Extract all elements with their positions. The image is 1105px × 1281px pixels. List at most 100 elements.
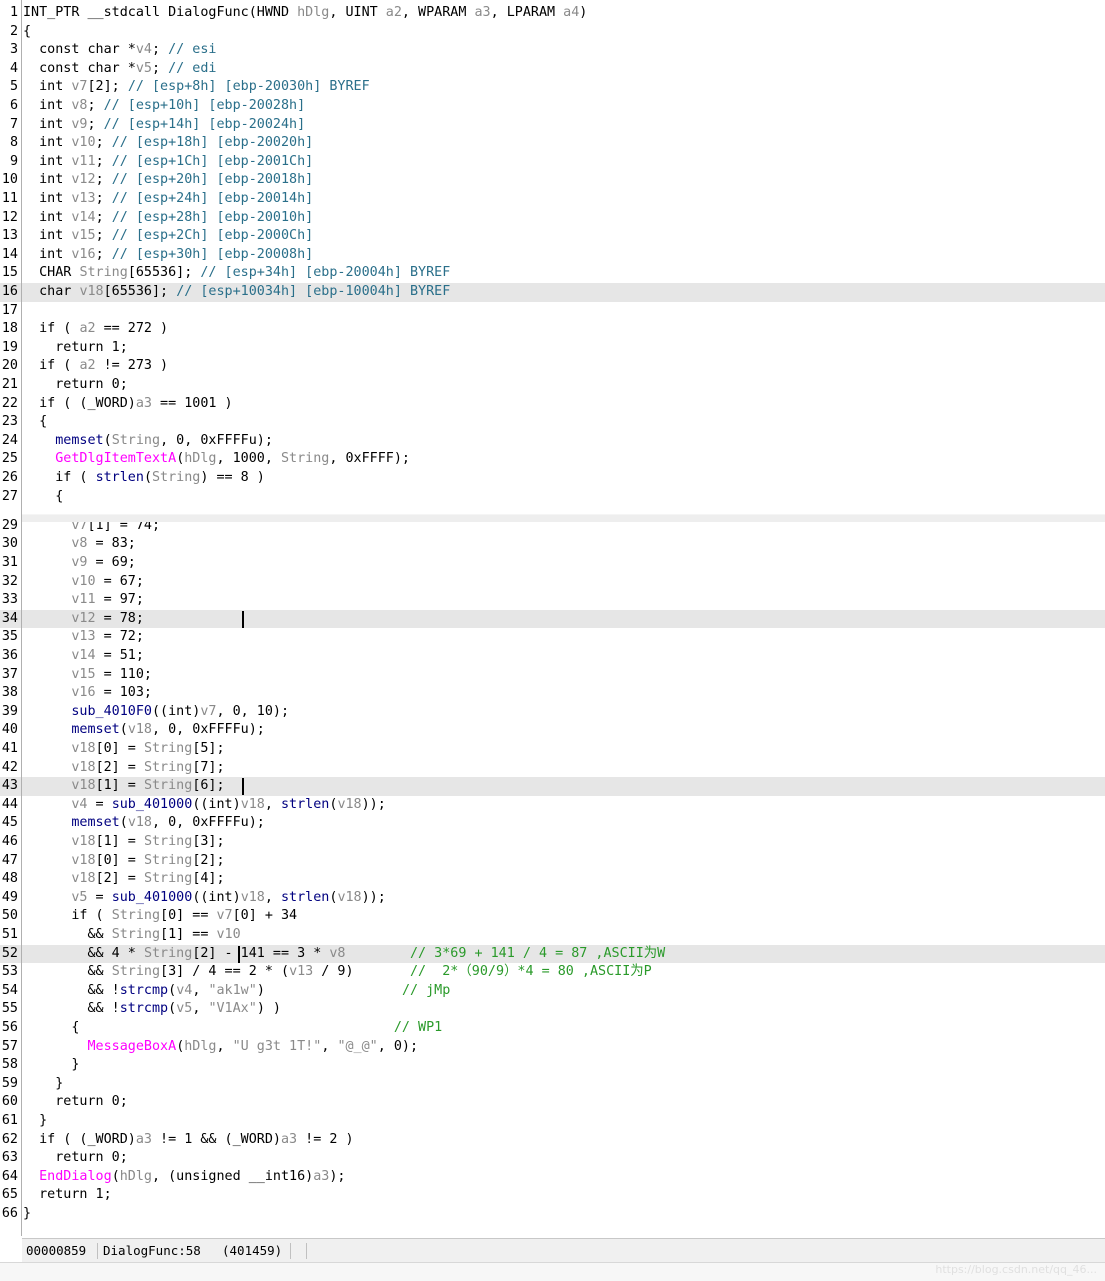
code-line[interactable]: 56 { // WP1 bbox=[0, 1019, 1105, 1038]
line-number: 62 bbox=[1, 1131, 18, 1147]
code-line[interactable]: 24 memset(String, 0, 0xFFFFu); bbox=[0, 432, 1105, 451]
code-line[interactable]: 8 int v10; // [esp+18h] [ebp-20020h] bbox=[0, 134, 1105, 153]
code-text: if ( String[0] == v7[0] + 34 bbox=[23, 908, 298, 924]
code-line[interactable]: 66} bbox=[0, 1205, 1105, 1224]
code-line[interactable]: 62 if ( (_WORD)a3 != 1 && (_WORD)a3 != 2… bbox=[0, 1131, 1105, 1150]
code-text: && 4 * String[2] - 141 == 3 * v8 // 3*69… bbox=[23, 945, 666, 961]
code-line[interactable]: 31 v9 = 69; bbox=[0, 554, 1105, 573]
line-number: 46 bbox=[1, 833, 18, 849]
code-line[interactable]: 3 const char *v4; // esi bbox=[0, 41, 1105, 60]
code-line[interactable]: 39 sub_4010F0((int)v7, 0, 10); bbox=[0, 703, 1105, 722]
code-line[interactable]: 53 && String[3] / 4 == 2 * (v13 / 9) // … bbox=[0, 963, 1105, 982]
code-line[interactable]: 41 v18[0] = String[5]; bbox=[0, 740, 1105, 759]
line-number: 18 bbox=[1, 321, 18, 337]
line-number: 40 bbox=[1, 722, 18, 738]
code-line[interactable]: 49 v5 = sub_401000((int)v18, strlen(v18)… bbox=[0, 889, 1105, 908]
code-line[interactable]: 55 && !strcmp(v5, "V1Ax") ) bbox=[0, 1000, 1105, 1019]
line-number: 17 bbox=[1, 302, 18, 318]
code-line[interactable]: 12 int v14; // [esp+28h] [ebp-20010h] bbox=[0, 209, 1105, 228]
code-text: int v14; // [esp+28h] [ebp-20010h] bbox=[23, 209, 314, 225]
status-separator bbox=[290, 1243, 291, 1259]
code-line[interactable]: 46 v18[1] = String[3]; bbox=[0, 833, 1105, 852]
code-line[interactable]: 5 int v7[2]; // [esp+8h] [ebp-20030h] BY… bbox=[0, 78, 1105, 97]
code-line[interactable]: 18 if ( a2 == 272 ) bbox=[0, 320, 1105, 339]
code-line[interactable]: 4 const char *v5; // edi bbox=[0, 60, 1105, 79]
code-line[interactable]: 15 CHAR String[65536]; // [esp+34h] [ebp… bbox=[0, 264, 1105, 283]
code-line[interactable]: 26 if ( strlen(String) == 8 ) bbox=[0, 469, 1105, 488]
code-text: } bbox=[23, 1112, 48, 1128]
code-text: v13 = 72; bbox=[71, 629, 144, 645]
code-line[interactable]: 43 v18[1] = String[6]; bbox=[0, 777, 1105, 796]
code-text: EndDialog(hDlg, (unsigned __int16)a3); bbox=[39, 1168, 346, 1184]
line-number: 33 bbox=[1, 592, 18, 608]
line-number: 52 bbox=[1, 945, 18, 961]
code-line[interactable]: 65 return 1; bbox=[0, 1186, 1105, 1205]
code-line[interactable]: 59 } bbox=[0, 1075, 1105, 1094]
line-number: 38 bbox=[1, 685, 18, 701]
code-line[interactable]: 30 v8 = 83; bbox=[0, 535, 1105, 554]
line-number: 42 bbox=[1, 759, 18, 775]
code-line[interactable]: 9 int v11; // [esp+1Ch] [ebp-2001Ch] bbox=[0, 153, 1105, 172]
code-line[interactable]: 25 GetDlgItemTextA(hDlg, 1000, String, 0… bbox=[0, 450, 1105, 469]
code-text: v5 = sub_401000((int)v18, strlen(v18)); bbox=[71, 889, 386, 905]
code-line[interactable]: 1 INT_PTR __stdcall DialogFunc(HWND hDlg,… bbox=[0, 4, 1105, 23]
code-line[interactable]: 7 int v9; // [esp+14h] [ebp-20024h] bbox=[0, 116, 1105, 135]
code-text: return 0; bbox=[23, 1094, 128, 1110]
code-text: if ( a2 != 273 ) bbox=[23, 358, 169, 374]
code-line[interactable]: 38 v16 = 103; bbox=[0, 684, 1105, 703]
line-number: 59 bbox=[1, 1075, 18, 1091]
line-number: 51 bbox=[1, 926, 18, 942]
code-line[interactable]: 19 return 1; bbox=[0, 339, 1105, 358]
code-line[interactable]: 23 { bbox=[0, 413, 1105, 432]
code-line[interactable]: 60 return 0; bbox=[0, 1093, 1105, 1112]
code-line[interactable]: 2{ bbox=[0, 23, 1105, 42]
code-line[interactable]: 32 v10 = 67; bbox=[0, 573, 1105, 592]
code-line[interactable]: 34 v12 = 78; bbox=[0, 609, 1105, 629]
line-number: 41 bbox=[1, 740, 18, 756]
code-text: int v13; // [esp+24h] [ebp-20014h] bbox=[23, 191, 314, 206]
code-line[interactable]: 20 if ( a2 != 273 ) bbox=[0, 357, 1105, 376]
line-number: 36 bbox=[1, 647, 18, 663]
code-text: return 0; bbox=[23, 377, 128, 392]
code-line[interactable]: 22 if ( (_WORD)a3 == 1001 ) bbox=[0, 395, 1105, 414]
code-text: int v9; // [esp+14h] [ebp-20024h] bbox=[23, 116, 306, 132]
code-line[interactable]: 13 int v15; // [esp+2Ch] [ebp-2000Ch] bbox=[0, 227, 1105, 246]
code-text: if ( strlen(String) == 8 ) bbox=[23, 470, 265, 485]
code-line[interactable]: 63 return 0; bbox=[0, 1149, 1105, 1168]
code-line[interactable]: 6 int v8; // [esp+10h] [ebp-20028h] bbox=[0, 97, 1105, 116]
code-line[interactable]: 40 memset(v18, 0, 0xFFFFu); bbox=[0, 721, 1105, 740]
code-line[interactable]: 10 int v12; // [esp+20h] [ebp-20018h] bbox=[0, 171, 1105, 190]
code-line[interactable]: 37 v15 = 110; bbox=[0, 666, 1105, 685]
line-number: 58 bbox=[1, 1057, 18, 1073]
code-line[interactable]: 42 v18[2] = String[7]; bbox=[0, 759, 1105, 778]
code-line[interactable]: 33 v11 = 97; bbox=[0, 591, 1105, 610]
code-text: } bbox=[23, 1057, 80, 1073]
code-text: v18[0] = String[5]; bbox=[71, 740, 225, 756]
code-line[interactable]: 16 char v18[65536]; // [esp+10034h] [ebp… bbox=[0, 283, 1105, 302]
code-text: v15 = 110; bbox=[71, 666, 152, 682]
code-line[interactable]: 48 v18[2] = String[4]; bbox=[0, 870, 1105, 889]
code-line[interactable]: 47 v18[0] = String[2]; bbox=[0, 852, 1105, 871]
line-number: 34 bbox=[1, 610, 18, 626]
code-line[interactable]: 44 v4 = sub_401000((int)v18, strlen(v18)… bbox=[0, 796, 1105, 815]
code-line[interactable]: 17 bbox=[0, 302, 1105, 321]
code-line[interactable]: 21 return 0; bbox=[0, 376, 1105, 395]
code-line[interactable]: 54 && !strcmp(v4, "ak1w") // jMp bbox=[0, 982, 1105, 1001]
code-line[interactable]: 27 { bbox=[0, 488, 1105, 507]
code-line[interactable]: 50 if ( String[0] == v7[0] + 34 bbox=[0, 907, 1105, 926]
code-text: int v15; // [esp+2Ch] [ebp-2000Ch] bbox=[23, 228, 314, 244]
code-line[interactable]: 36 v14 = 51; bbox=[0, 647, 1105, 666]
line-number: 35 bbox=[1, 629, 18, 645]
code-line[interactable]: 64 EndDialog(hDlg, (unsigned __int16)a3)… bbox=[0, 1168, 1105, 1187]
code-line[interactable]: 11 int v13; // [esp+24h] [ebp-20014h] bbox=[0, 190, 1105, 209]
code-line[interactable]: 51 && String[1] == v10 bbox=[0, 926, 1105, 945]
line-number: 30 bbox=[1, 536, 18, 552]
code-line[interactable]: 58 } bbox=[0, 1056, 1105, 1075]
code-line[interactable]: 57 MessageBoxA(hDlg, "U g3t 1T!", "@_@",… bbox=[0, 1038, 1105, 1057]
code-line[interactable]: 61 } bbox=[0, 1112, 1105, 1131]
code-line[interactable]: 14 int v16; // [esp+30h] [ebp-20008h] bbox=[0, 246, 1105, 265]
code-line[interactable]: 45 memset(v18, 0, 0xFFFFu); bbox=[0, 814, 1105, 833]
code-line[interactable]: 35 v13 = 72; bbox=[0, 628, 1105, 647]
watermark: https://blog.csdn.net/qq_46... bbox=[935, 1263, 1097, 1276]
code-line[interactable]: 52 && 4 * String[2] - 141 == 3 * v8 // 3… bbox=[0, 944, 1105, 964]
